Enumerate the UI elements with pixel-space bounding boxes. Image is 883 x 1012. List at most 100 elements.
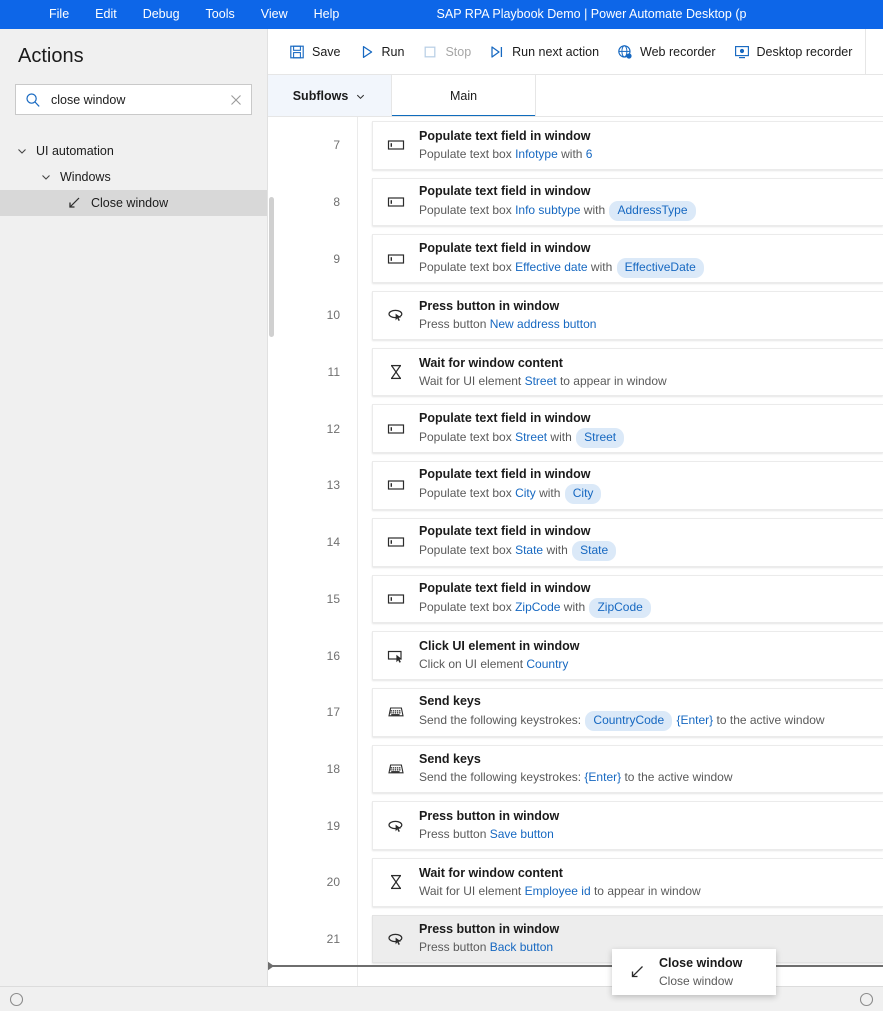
action-param-link[interactable]: Back button <box>490 940 553 954</box>
action-variable-chip[interactable]: State <box>572 541 617 562</box>
web-recorder-icon <box>617 44 633 60</box>
stop-button[interactable]: Stop <box>413 37 480 67</box>
desktop-recorder-button[interactable]: Desktop recorder <box>725 37 862 67</box>
action-card[interactable]: Populate text field in window Populate te… <box>372 234 883 284</box>
action-param-link[interactable]: 6 <box>586 147 593 161</box>
action-param-link[interactable]: Info subtype <box>515 203 580 217</box>
flow-action-row[interactable]: 14 Populate text field in window Populate … <box>268 514 883 571</box>
menu-item-help[interactable]: Help <box>301 0 353 29</box>
toolbar-divider <box>865 28 867 75</box>
action-description: Wait for UI element Employee id to appea… <box>419 883 701 900</box>
action-param-link[interactable]: {Enter} <box>676 713 713 727</box>
web-recorder-button[interactable]: Web recorder <box>608 37 725 67</box>
action-card[interactable]: Populate text field in window Populate te… <box>372 517 883 567</box>
action-param-link[interactable]: City <box>515 486 536 500</box>
action-variable-chip[interactable]: ZipCode <box>589 597 651 618</box>
flow-action-row[interactable]: 10 Press button in window Press button New… <box>268 287 883 344</box>
tab-subflows[interactable]: Subflows <box>268 75 392 117</box>
action-card[interactable]: Send keys Send the following keystrokes: … <box>372 687 883 737</box>
action-card[interactable]: Send keys Send the following keystrokes: … <box>372 744 883 794</box>
action-title: Press button in window <box>419 922 560 937</box>
action-title: Populate text field in window <box>419 128 591 143</box>
click-ui-element-icon <box>387 647 405 665</box>
action-param-link[interactable]: Save button <box>490 827 554 841</box>
action-param-link[interactable]: {Enter} <box>584 770 621 784</box>
flow-action-row[interactable]: 7 Populate text field in window Populate t… <box>268 117 883 174</box>
menu-item-debug[interactable]: Debug <box>130 0 193 29</box>
press-button-icon <box>387 306 405 324</box>
flow-action-row[interactable]: 20 Wait for window content Wait for UI ele… <box>268 854 883 911</box>
flow-action-list[interactable]: 7 Populate text field in window Populate t… <box>268 117 883 986</box>
menu-item-file[interactable]: File <box>36 0 82 29</box>
tree-node-close-window[interactable]: Close window <box>0 190 267 216</box>
action-card[interactable]: Wait for window content Wait for UI eleme… <box>372 347 883 397</box>
flow-action-row[interactable]: 21 Press button in window Press button Bac… <box>268 911 883 968</box>
flow-action-row[interactable]: 11 Wait for window content Wait for UI ele… <box>268 344 883 401</box>
tree-node-ui-automation[interactable]: UI automation <box>0 138 267 164</box>
action-card[interactable]: Populate text field in window Populate te… <box>372 177 883 227</box>
action-card[interactable]: Press button in window Press button New a… <box>372 291 883 340</box>
action-param-link[interactable]: New address button <box>490 317 597 331</box>
run-next-action-button[interactable]: Run next action <box>480 37 608 67</box>
menu-item-edit[interactable]: Edit <box>82 0 130 29</box>
save-button-label: Save <box>312 44 341 59</box>
populate-text-field-icon <box>387 250 405 268</box>
action-card[interactable]: Wait for window content Wait for UI eleme… <box>372 857 883 907</box>
action-param-link[interactable]: Employee id <box>525 884 591 898</box>
action-param-link[interactable]: Effective date <box>515 260 588 274</box>
action-param-link[interactable]: Infotype <box>515 147 558 161</box>
flow-action-row[interactable]: 17 Send keys Send the following keystrokes… <box>268 684 883 741</box>
flow-action-row[interactable]: 18 Send keys Send the following keystrokes… <box>268 741 883 798</box>
action-text-fragment: Send the following keystrokes: <box>419 713 585 728</box>
close-icon[interactable] <box>229 93 243 107</box>
status-right-icon[interactable] <box>859 992 874 1007</box>
action-text: Wait for window content Wait for UI eleme… <box>419 355 667 390</box>
action-card[interactable]: Populate text field in window Populate te… <box>372 461 883 510</box>
action-param-link[interactable]: Street <box>525 374 557 388</box>
close-window-icon <box>628 963 646 981</box>
action-text-fragment: Wait for UI element <box>419 373 525 388</box>
tab-subflows-label: Subflows <box>292 89 349 103</box>
save-button[interactable]: Save <box>280 37 350 67</box>
flow-action-row[interactable]: 16 Click UI element in window Click on UI … <box>268 627 883 684</box>
action-line-number: 9 <box>333 251 340 266</box>
action-variable-chip[interactable]: AddressType <box>609 201 696 222</box>
action-variable-chip[interactable]: CountryCode <box>585 711 673 732</box>
action-param-link[interactable]: ZipCode <box>515 600 560 614</box>
action-line-number: 16 <box>326 648 340 663</box>
run-button[interactable]: Run <box>350 37 414 67</box>
action-card[interactable]: Populate text field in window Populate te… <box>372 121 883 170</box>
action-card[interactable]: Populate text field in window Populate te… <box>372 574 883 624</box>
action-card[interactable]: Click UI element in window Click on UI el… <box>372 631 883 680</box>
action-description: Press button New address button <box>419 316 596 333</box>
action-text: Populate text field in window Populate te… <box>419 466 602 505</box>
action-variable-chip[interactable]: City <box>564 484 602 505</box>
flow-action-row[interactable]: 8 Populate text field in window Populate t… <box>268 174 883 231</box>
status-left-icon[interactable] <box>9 992 24 1007</box>
menu-item-tools[interactable]: Tools <box>193 0 248 29</box>
menu-item-view[interactable]: View <box>248 0 301 29</box>
tab-main[interactable]: Main <box>392 75 536 117</box>
action-param-link[interactable]: State <box>515 543 543 557</box>
action-text-fragment: Populate text box <box>419 486 516 501</box>
flow-action-row[interactable]: 13 Populate text field in window Populate … <box>268 457 883 514</box>
action-text-fragment: Wait for UI element <box>419 883 525 898</box>
flow-action-row[interactable]: 12 Populate text field in window Populate … <box>268 400 883 457</box>
action-variable-chip[interactable]: EffectiveDate <box>616 257 704 278</box>
action-description: Send the following keystrokes: CountryCo… <box>419 711 825 732</box>
tree-node-windows[interactable]: Windows <box>0 164 267 190</box>
flow-action-row[interactable]: 19 Press button in window Press button Sav… <box>268 797 883 854</box>
action-card[interactable]: Press button in window Press button Save … <box>372 801 883 850</box>
search-box[interactable] <box>15 84 252 115</box>
action-description: Populate text box ZipCode with ZipCode <box>419 597 652 618</box>
action-variable-chip[interactable]: Street <box>576 427 625 448</box>
wait-icon <box>387 873 405 891</box>
action-param-link[interactable]: Country <box>526 657 568 671</box>
action-param-link[interactable]: Street <box>515 430 547 444</box>
action-card[interactable]: Populate text field in window Populate te… <box>372 404 883 454</box>
action-text-fragment: Populate text box <box>419 259 516 274</box>
flow-action-row[interactable]: 15 Populate text field in window Populate … <box>268 571 883 628</box>
search-input[interactable] <box>41 91 229 108</box>
action-title: Populate text field in window <box>419 410 591 425</box>
flow-action-row[interactable]: 9 Populate text field in window Populate t… <box>268 230 883 287</box>
